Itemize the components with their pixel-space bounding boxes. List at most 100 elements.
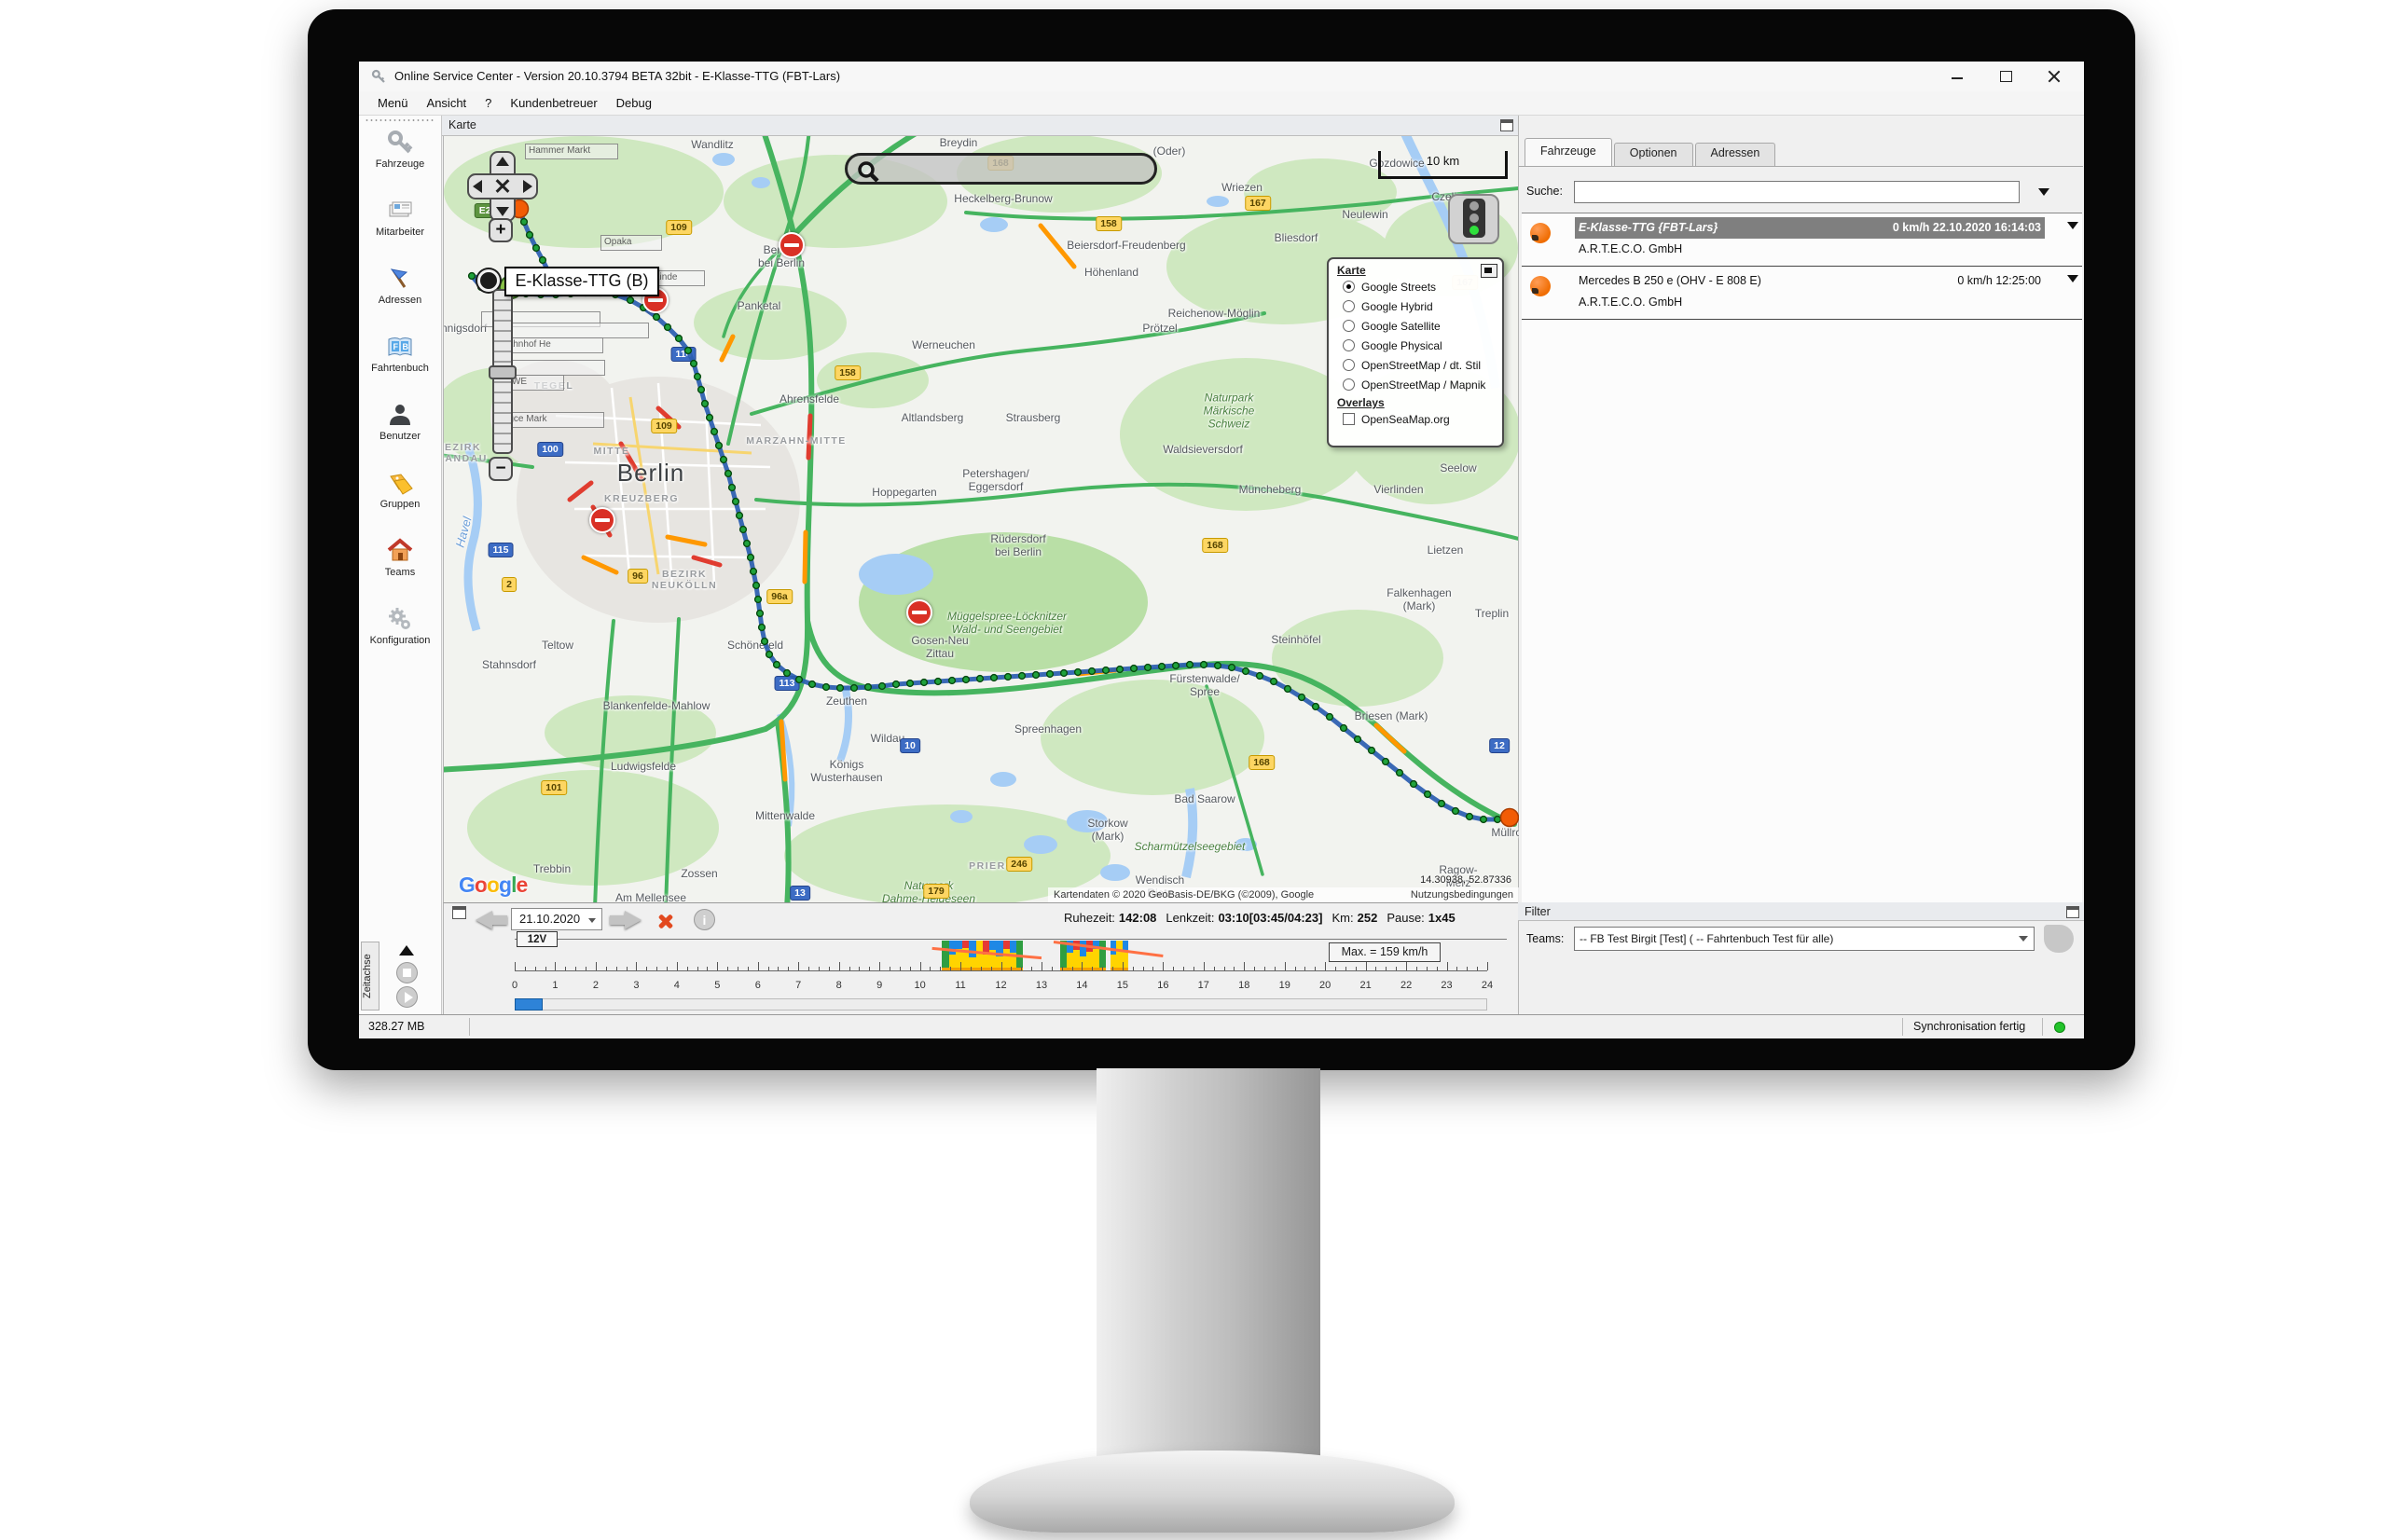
route-point[interactable]	[1243, 668, 1249, 675]
radio-icon[interactable]	[1343, 339, 1355, 351]
next-day-button[interactable]	[608, 911, 643, 929]
radio-icon[interactable]	[1343, 281, 1355, 293]
route-point[interactable]	[1005, 674, 1012, 681]
route-point[interactable]	[1229, 665, 1235, 671]
sidebar-item-gruppen[interactable]: Gruppen	[359, 469, 441, 524]
route-point[interactable]	[1453, 808, 1459, 815]
route-point[interactable]	[1187, 662, 1194, 668]
route-point[interactable]	[907, 681, 914, 687]
pan-up-icon[interactable]	[496, 157, 509, 166]
radio-icon[interactable]	[1343, 300, 1355, 312]
channel-tab[interactable]: 12V	[517, 931, 558, 947]
route-point[interactable]	[1411, 781, 1417, 788]
timeline-side-tab[interactable]: Zeitachse	[361, 942, 379, 1011]
route-point[interactable]	[676, 336, 683, 342]
route-point[interactable]	[665, 324, 671, 331]
route-point[interactable]	[1439, 801, 1445, 807]
filter-grip[interactable]	[2044, 925, 2074, 953]
layer-panel-minimize-icon[interactable]	[1481, 264, 1497, 278]
pan-right-icon[interactable]	[523, 180, 532, 193]
map-layer-option[interactable]: Google Streets	[1337, 277, 1502, 296]
route-point[interactable]	[729, 485, 736, 491]
tab-adressen[interactable]: Adressen	[1695, 143, 1776, 166]
route-point[interactable]	[1075, 669, 1082, 676]
route-point[interactable]	[823, 684, 830, 691]
route-point[interactable]	[774, 662, 780, 668]
traffic-light-button[interactable]	[1448, 194, 1499, 244]
pan-down-icon[interactable]	[496, 207, 509, 216]
radio-icon[interactable]	[1343, 359, 1355, 371]
stop-button[interactable]	[396, 962, 418, 983]
route-point[interactable]	[759, 625, 766, 631]
zoom-slider-thumb[interactable]	[489, 365, 517, 379]
route-point[interactable]	[711, 429, 718, 435]
sidebar-item-adressen[interactable]: Adressen	[359, 265, 441, 320]
route-point[interactable]	[698, 387, 705, 393]
map-layer-option[interactable]: Google Physical	[1337, 336, 1502, 355]
route-point[interactable]	[753, 583, 760, 589]
map-panel-dock-icon[interactable]	[1500, 119, 1513, 131]
route-point[interactable]	[796, 677, 803, 683]
route-point[interactable]	[755, 597, 762, 603]
route-point[interactable]	[733, 499, 739, 505]
route-point[interactable]	[740, 527, 747, 533]
vehicle-dropdown-icon[interactable]	[2067, 275, 2078, 282]
route-point[interactable]	[1327, 714, 1333, 721]
map-layer-option[interactable]: OpenStreetMap / dt. Stil	[1337, 355, 1502, 375]
route-point[interactable]	[1173, 663, 1180, 669]
route-point[interactable]	[1285, 686, 1291, 693]
route-point[interactable]	[744, 541, 751, 547]
route-point[interactable]	[766, 652, 773, 658]
route-point[interactable]	[879, 683, 886, 690]
tab-optionen[interactable]: Optionen	[1614, 143, 1693, 166]
map-layer-option[interactable]: Google Satellite	[1337, 316, 1502, 336]
route-point[interactable]	[654, 314, 660, 321]
route-point[interactable]	[527, 232, 533, 239]
route-point[interactable]	[893, 681, 900, 688]
route-point[interactable]	[837, 685, 844, 692]
route-point[interactable]	[685, 348, 692, 354]
route-point[interactable]	[762, 639, 768, 645]
route-point[interactable]	[1481, 817, 1487, 823]
route-point[interactable]	[1495, 817, 1501, 823]
timeline-dock-icon[interactable]	[452, 906, 466, 919]
route-point[interactable]	[1061, 670, 1068, 677]
pan-left-icon[interactable]	[473, 180, 482, 193]
radio-icon[interactable]	[1343, 378, 1355, 391]
route-point[interactable]	[1201, 662, 1207, 668]
tab-fahrzeuge[interactable]: Fahrzeuge	[1525, 138, 1612, 166]
route-point[interactable]	[1131, 666, 1138, 672]
timeline-scrollbar[interactable]	[515, 998, 1487, 1011]
route-point[interactable]	[533, 245, 540, 252]
vehicle-row[interactable]: Mercedes B 250 e (OHV - E 808 E)0 km/h 1…	[1522, 267, 2082, 320]
route-point[interactable]	[1467, 814, 1473, 820]
route-point[interactable]	[1117, 667, 1124, 673]
menu-item[interactable]: Menü	[368, 93, 418, 113]
menu-item[interactable]: Kundenbetreuer	[501, 93, 606, 113]
info-button[interactable]: i	[694, 909, 715, 930]
vehicle-search-input[interactable]	[1574, 181, 2020, 203]
sidebar-item-konfiguration[interactable]: Konfiguration	[359, 605, 441, 660]
route-point[interactable]	[1047, 671, 1054, 678]
route-point[interactable]	[1215, 663, 1221, 669]
route-point[interactable]	[628, 297, 634, 304]
minimize-button[interactable]	[1933, 62, 1981, 91]
menu-item[interactable]: Ansicht	[418, 93, 476, 113]
close-button[interactable]	[2030, 62, 2078, 91]
pan-center-icon[interactable]	[491, 175, 514, 198]
route-point[interactable]	[1397, 770, 1403, 777]
teams-select-chevron-icon[interactable]	[2019, 936, 2028, 942]
map-layer-option[interactable]: Google Hybrid	[1337, 296, 1502, 316]
maximize-button[interactable]	[1981, 62, 2030, 91]
route-point[interactable]	[1019, 673, 1026, 680]
search-dropdown-icon[interactable]	[2038, 188, 2049, 196]
previous-day-button[interactable]	[474, 911, 509, 929]
route-point[interactable]	[963, 677, 970, 683]
route-point[interactable]	[1257, 673, 1263, 680]
route-point[interactable]	[1103, 667, 1110, 674]
route-point[interactable]	[977, 676, 984, 682]
route-point[interactable]	[695, 374, 701, 380]
sidebar-item-fahrzeuge[interactable]: Fahrzeuge	[359, 129, 441, 184]
route-point[interactable]	[1369, 748, 1375, 754]
teams-select[interactable]: -- FB Test Birgit [Test] ( -- Fahrtenbuc…	[1574, 927, 2035, 951]
